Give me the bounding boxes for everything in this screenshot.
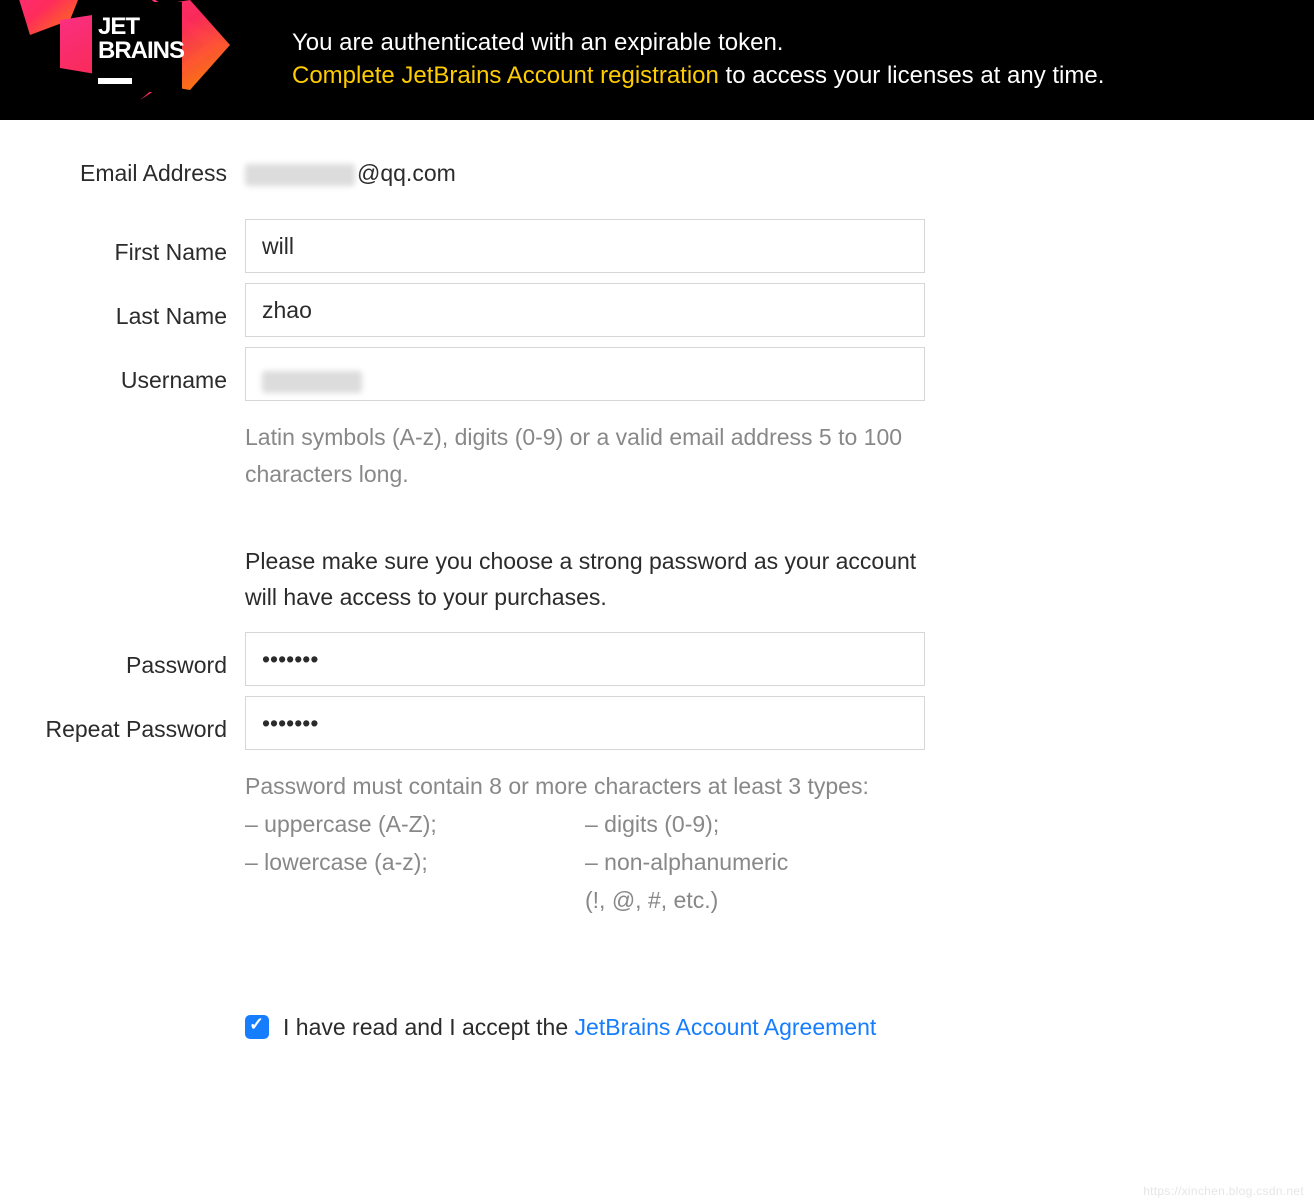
last-name-label: Last Name <box>30 283 245 330</box>
repeat-password-label: Repeat Password <box>30 696 245 743</box>
username-help: Latin symbols (A-z), digits (0-9) or a v… <box>245 419 925 493</box>
watermark: https://xinchen.blog.csdn.net <box>1143 1184 1304 1198</box>
password-message: Please make sure you choose a strong pas… <box>245 543 925 617</box>
username-input[interactable] <box>245 347 925 401</box>
rule-symbols-1: – non-alphanumeric <box>585 844 925 882</box>
agreement-checkbox[interactable] <box>245 1015 269 1039</box>
header-tail: to access your licenses at any time. <box>719 62 1105 89</box>
jetbrains-logo: JET BRAINS <box>28 0 228 100</box>
agreement-link[interactable]: JetBrains Account Agreement <box>575 1014 877 1040</box>
complete-registration-link[interactable]: Complete JetBrains Account registration <box>292 62 719 89</box>
first-name-input[interactable] <box>245 219 925 273</box>
svg-text:JET: JET <box>98 13 140 40</box>
header-line1: You are authenticated with an expirable … <box>292 29 783 56</box>
username-redacted <box>262 371 362 393</box>
header-bar: JET BRAINS You are authenticated with an… <box>0 0 1314 120</box>
rule-uppercase: – uppercase (A-Z); <box>245 806 585 844</box>
email-label: Email Address <box>30 160 245 187</box>
password-rules-intro: Password must contain 8 or more characte… <box>245 768 925 806</box>
email-suffix: @qq.com <box>357 160 456 186</box>
rule-lowercase: – lowercase (a-z); <box>245 844 585 882</box>
last-name-input[interactable] <box>245 283 925 337</box>
registration-form: Email Address @qq.com First Name Last Na… <box>0 120 1314 1106</box>
rule-digits: – digits (0-9); <box>585 806 925 844</box>
password-rules: Password must contain 8 or more characte… <box>245 768 925 920</box>
agreement-text: I have read and I accept the JetBrains A… <box>283 1010 923 1046</box>
password-input[interactable] <box>245 632 925 686</box>
rule-symbols-2: (!, @, #, etc.) <box>585 882 925 920</box>
email-redacted <box>245 164 355 186</box>
repeat-password-input[interactable] <box>245 696 925 750</box>
username-label: Username <box>30 347 245 394</box>
email-value: @qq.com <box>245 160 1114 187</box>
agreement-prefix: I have read and I accept the <box>283 1014 575 1040</box>
first-name-label: First Name <box>30 219 245 266</box>
header-message: You are authenticated with an expirable … <box>292 0 1104 92</box>
password-label: Password <box>30 632 245 679</box>
svg-text:BRAINS: BRAINS <box>98 37 185 64</box>
